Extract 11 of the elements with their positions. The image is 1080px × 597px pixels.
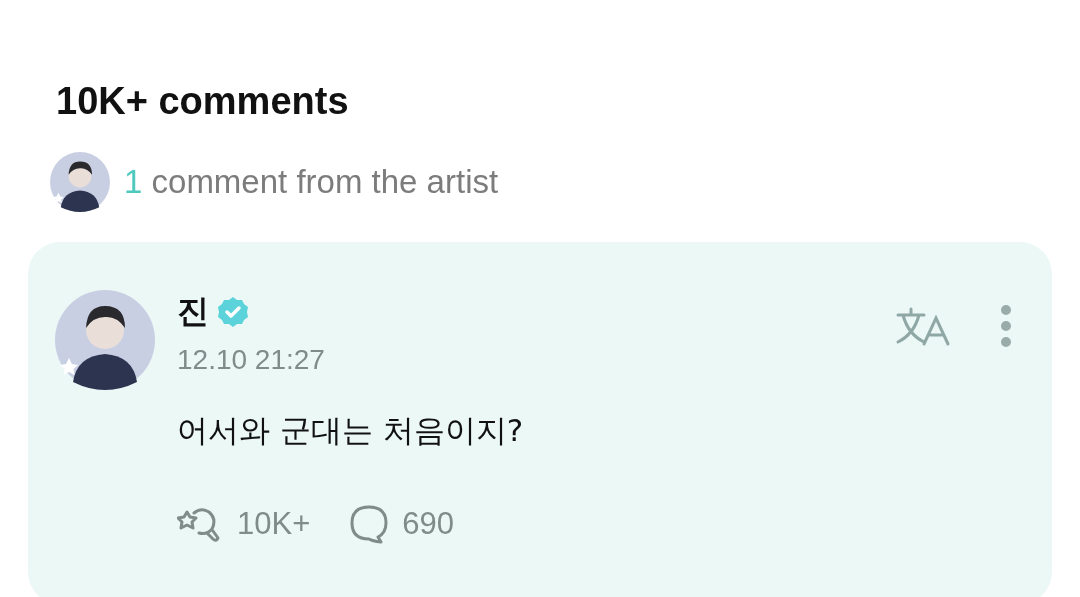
more-options-icon[interactable] [1000,304,1012,348]
translate-icon[interactable] [894,306,950,346]
artist-comments-link[interactable]: 1 comment from the artist [124,163,499,201]
comment-time: 12.10 21:27 [177,344,326,376]
reply-count: 690 [402,506,454,542]
avatar-icon [50,152,110,212]
avatar-icon [55,290,155,390]
comments-heading: 10K+ comments [56,79,350,124]
reaction-count: 10K+ [237,506,311,542]
author-name: 진 [177,291,209,332]
comment-text: 어서와 군대는 처음이지? [177,411,525,450]
